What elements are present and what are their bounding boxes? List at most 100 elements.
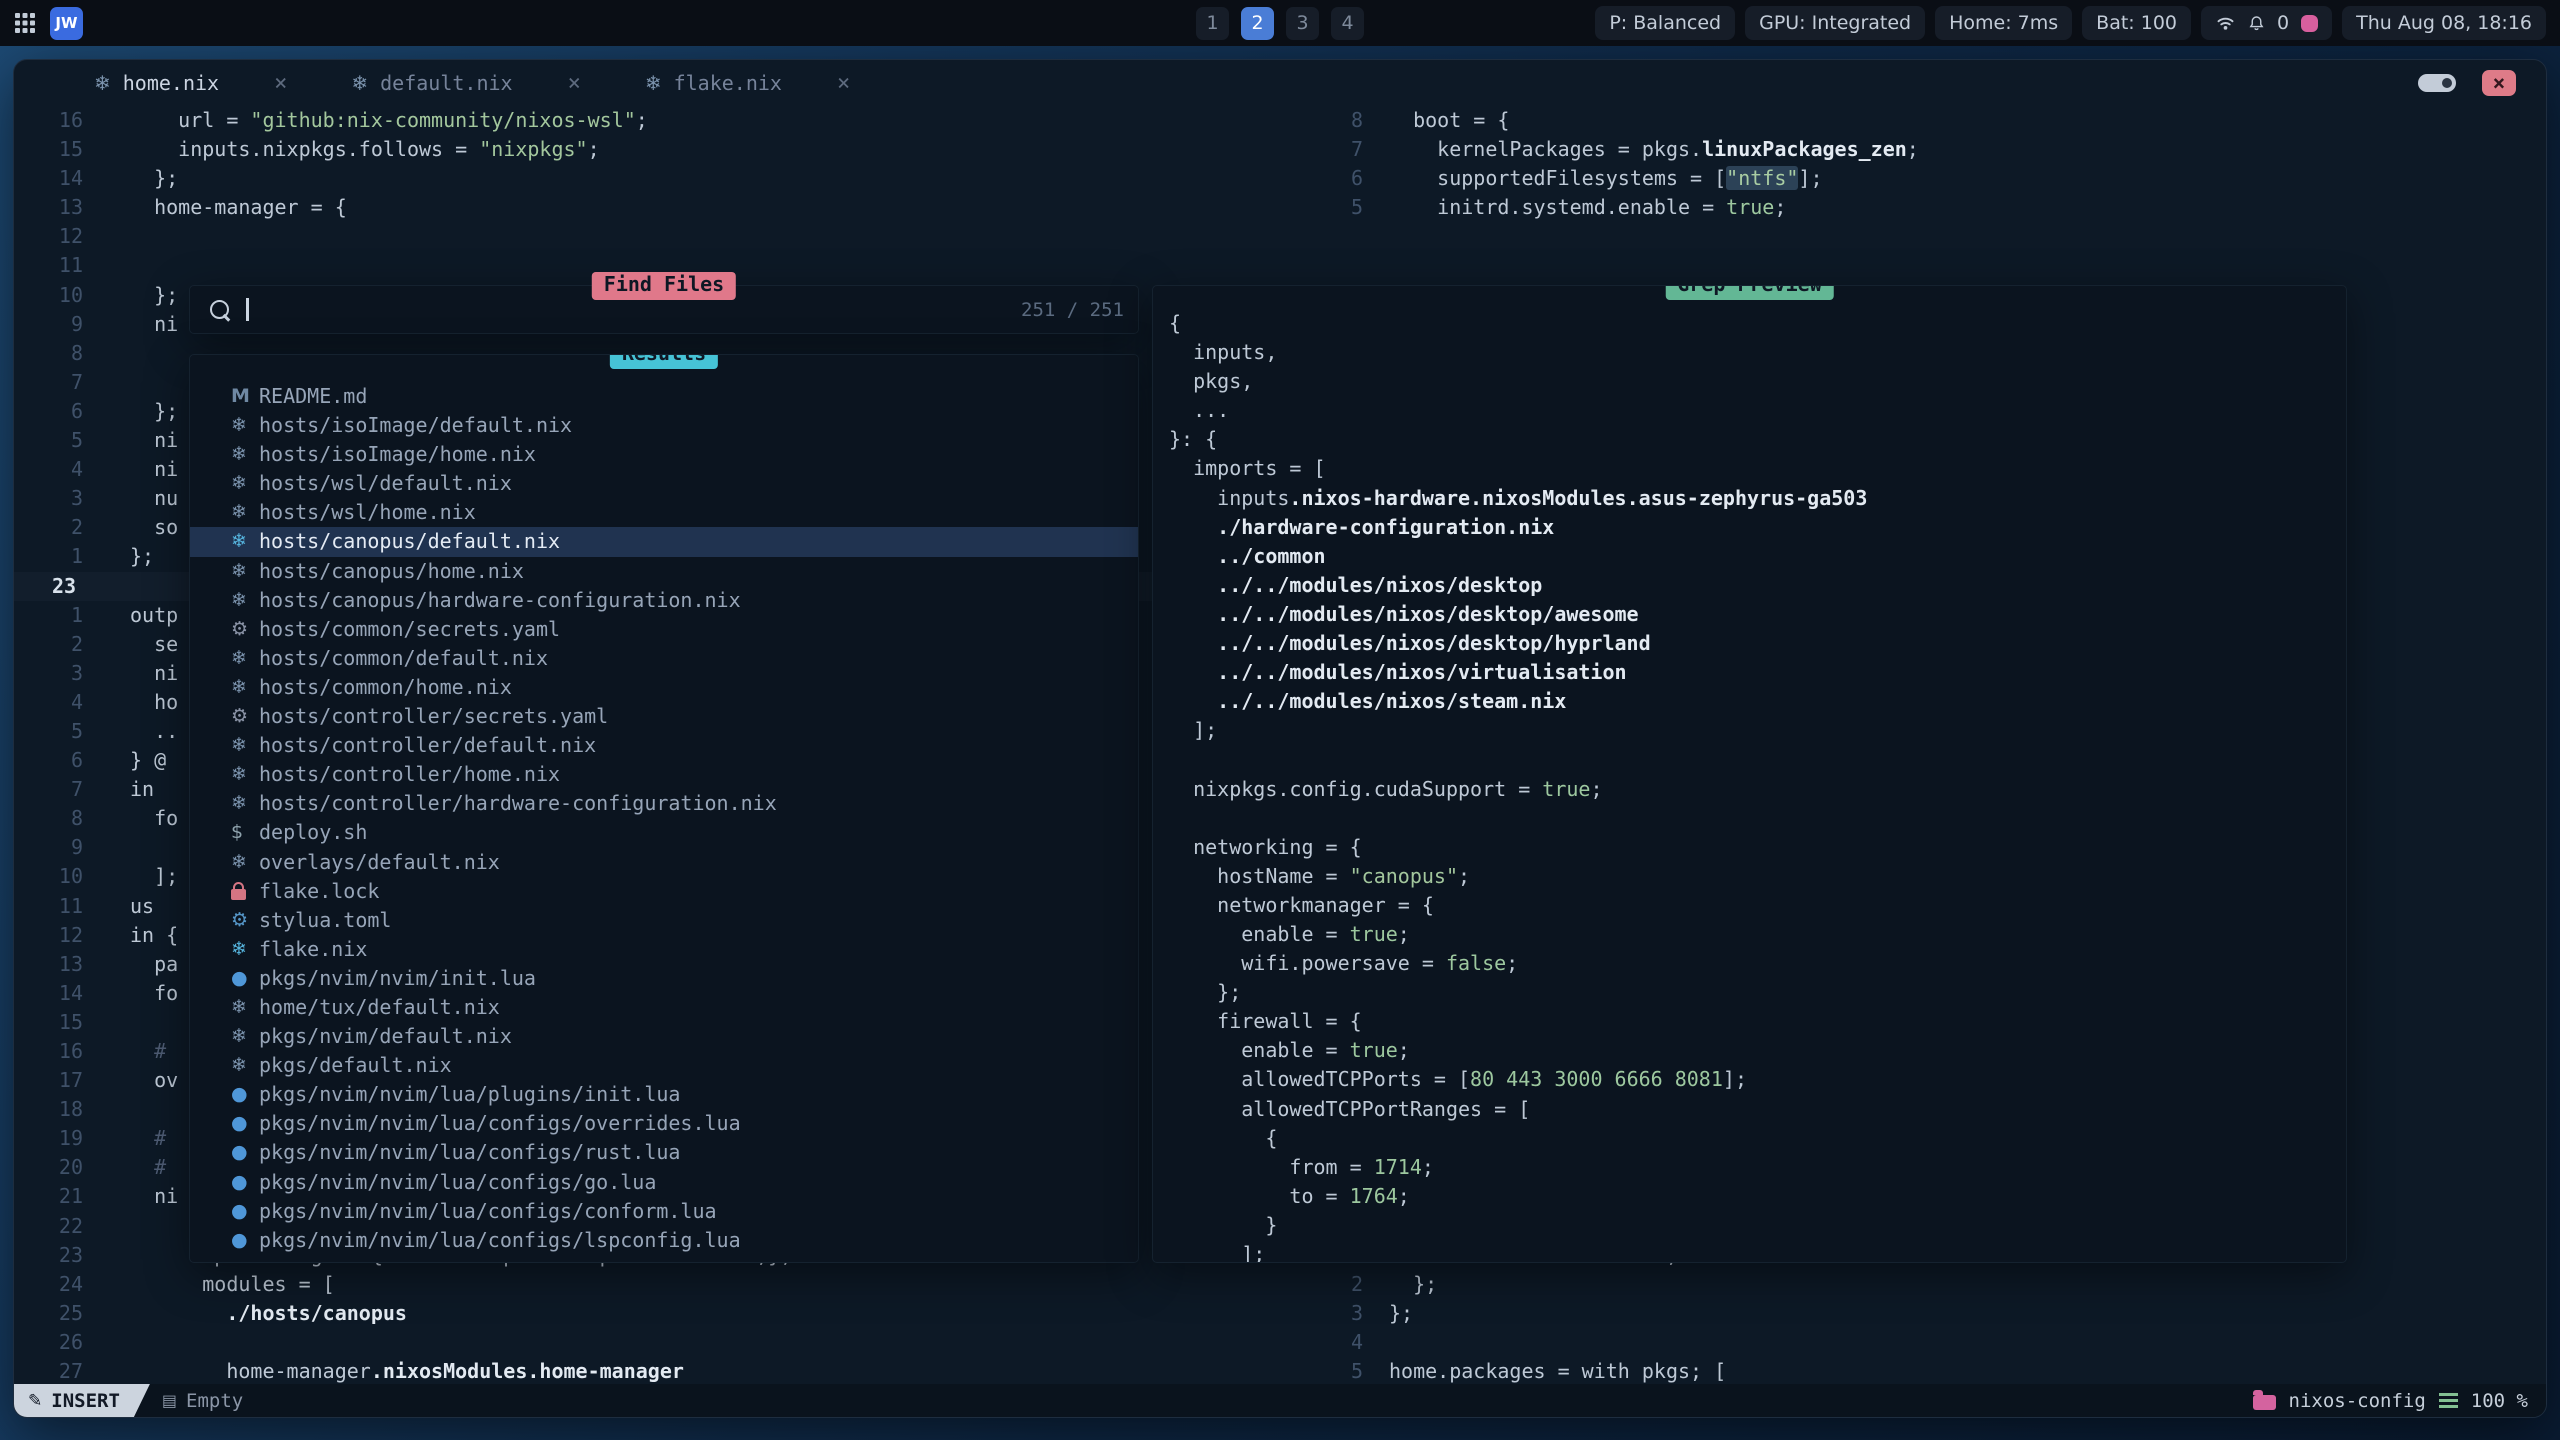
line-number: 23 — [14, 1241, 83, 1270]
nix-file-icon: ❄ — [231, 498, 259, 527]
workspace-button[interactable]: 4 — [1331, 7, 1364, 40]
editor-line[interactable]: 24 modules = [ — [14, 1270, 1344, 1299]
result-filename: hosts/common/secrets.yaml — [259, 615, 560, 644]
result-item[interactable]: ❄hosts/canopus/home.nix — [190, 557, 1138, 586]
result-item[interactable]: ❄hosts/common/default.nix — [190, 644, 1138, 673]
result-item[interactable]: ❄hosts/canopus/hardware-configuration.ni… — [190, 586, 1138, 615]
result-item[interactable]: ●pkgs/nvim/nvim/lua/configs/overrides.lu… — [190, 1109, 1138, 1138]
line-number: 6 — [1284, 164, 1363, 193]
result-item[interactable]: ●pkgs/nvim/nvim/lua/configs/lspconfig.lu… — [190, 1226, 1138, 1255]
editor-line[interactable]: 5home.packages = with pkgs; [ — [1284, 1357, 2546, 1384]
editor-line[interactable]: 27 home-manager.nixosModules.home-manage… — [14, 1357, 1344, 1384]
result-item[interactable]: ❄hosts/common/home.nix — [190, 673, 1138, 702]
result-item[interactable]: ●pkgs/nvim/nvim/lua/plugins/init.lua — [190, 1080, 1138, 1109]
tab[interactable]: ❄default.nix× — [351, 71, 580, 96]
result-filename: pkgs/nvim/default.nix — [259, 1022, 512, 1051]
editor-line[interactable]: 14 }; — [14, 164, 1344, 193]
code-text: ./hosts/canopus — [130, 1299, 407, 1328]
editor-line[interactable]: 8 boot = { — [1284, 106, 2546, 135]
result-item[interactable]: ❄pkgs/default.nix — [190, 1051, 1138, 1080]
result-item[interactable]: ●pkgs/nvim/nvim/lua/configs/go.lua — [190, 1168, 1138, 1197]
window-close-button[interactable]: × — [2482, 70, 2516, 96]
result-item[interactable]: ❄hosts/isoImage/default.nix — [190, 411, 1138, 440]
editor-line[interactable]: 6 supportedFilesystems = ["ntfs"]; — [1284, 164, 2546, 193]
toggle-icon[interactable] — [2418, 74, 2456, 92]
line-number: 11 — [14, 892, 83, 921]
tab[interactable]: ❄home.nix× — [94, 71, 287, 96]
code-text: home-manager.nixosModules.home-manager — [130, 1357, 684, 1384]
result-item[interactable]: ❄hosts/controller/default.nix — [190, 731, 1138, 760]
result-item[interactable]: ❄flake.nix — [190, 935, 1138, 964]
nix-file-icon: ❄ — [231, 760, 259, 789]
preview-line: inputs.nixos-hardware.nixosModules.asus-… — [1169, 484, 2346, 513]
result-item[interactable]: flake.lock — [190, 877, 1138, 906]
line-number: 9 — [14, 310, 83, 339]
editor-line[interactable]: 15 inputs.nixpkgs.follows = "nixpkgs"; — [14, 135, 1344, 164]
result-item[interactable]: ●pkgs/nvim/nvim/init.lua — [190, 964, 1138, 993]
project-name: nixos-config — [2289, 1390, 2426, 1412]
result-counter: 251 / 251 — [1021, 299, 1124, 321]
editor-line[interactable]: 13 home-manager = { — [14, 193, 1344, 222]
tab-close-icon[interactable]: × — [837, 71, 850, 96]
result-item[interactable]: ●pkgs/nvim/nvim/lua/configs/rust.lua — [190, 1138, 1138, 1167]
nix-file-icon: ❄ — [645, 71, 662, 95]
right-pane-top[interactable]: 8 boot = {7 kernelPackages = pkgs.linuxP… — [1284, 106, 2546, 222]
editor-line[interactable]: 25 ./hosts/canopus — [14, 1299, 1344, 1328]
editor-line[interactable]: 12 — [14, 222, 1344, 251]
result-filename: pkgs/nvim/nvim/lua/configs/lspconfig.lua — [259, 1226, 741, 1255]
editor-line[interactable]: 5 initrd.systemd.enable = true; — [1284, 193, 2546, 222]
line-number: 14 — [14, 979, 83, 1008]
workspace-button[interactable]: 2 — [1241, 7, 1274, 40]
code-text: ]; — [130, 862, 178, 891]
workspace-button[interactable]: 3 — [1286, 7, 1319, 40]
line-number: 14 — [14, 164, 83, 193]
result-item[interactable]: ❄pkgs/nvim/default.nix — [190, 1022, 1138, 1051]
editor-line[interactable]: 3}; — [1284, 1299, 2546, 1328]
code-text: ni — [130, 1182, 178, 1211]
line-number: 5 — [14, 426, 83, 455]
line-number: 24 — [14, 1270, 83, 1299]
result-item[interactable]: ❄hosts/controller/home.nix — [190, 760, 1138, 789]
statusbar: ✎ INSERT ▤ Empty nixos-config 100 % — [14, 1384, 2546, 1417]
result-item[interactable]: ❄hosts/controller/hardware-configuration… — [190, 789, 1138, 818]
preview-line: wifi.powersave = false; — [1169, 949, 2346, 978]
tab-close-icon[interactable]: × — [568, 71, 581, 96]
nix-file-icon: ❄ — [231, 731, 259, 760]
lua-file-icon: ● — [231, 1197, 259, 1226]
editor-line[interactable]: 4 — [1284, 1328, 2546, 1357]
result-filename: pkgs/default.nix — [259, 1051, 452, 1080]
line-number: 19 — [14, 1124, 83, 1153]
buffer-icon: ▤ — [162, 1391, 177, 1410]
result-item[interactable]: ❄hosts/canopus/default.nix — [190, 527, 1138, 556]
result-item[interactable]: ●pkgs/nvim/nvim/lua/configs/conform.lua — [190, 1197, 1138, 1226]
yaml-file-icon: ⚙ — [231, 615, 259, 644]
result-item[interactable]: ❄hosts/wsl/home.nix — [190, 498, 1138, 527]
tab-close-icon[interactable]: × — [274, 71, 287, 96]
result-item[interactable]: ⚙hosts/common/secrets.yaml — [190, 615, 1138, 644]
apps-grid-icon[interactable] — [14, 12, 36, 34]
line-number: 8 — [1284, 106, 1363, 135]
code-text: boot = { — [1389, 106, 1509, 135]
result-item[interactable]: ⚙hosts/controller/secrets.yaml — [190, 702, 1138, 731]
workspace-button[interactable]: 1 — [1196, 7, 1229, 40]
result-item[interactable]: MREADME.md — [190, 382, 1138, 411]
result-filename: home/tux/default.nix — [259, 993, 500, 1022]
result-item[interactable]: ❄hosts/wsl/default.nix — [190, 469, 1138, 498]
preview-line: to = 1764; — [1169, 1182, 2346, 1211]
editor-line[interactable]: 26 — [14, 1328, 1344, 1357]
tab[interactable]: ❄flake.nix× — [645, 71, 850, 96]
line-number: 3 — [14, 659, 83, 688]
buffer-segment: ▤ Empty — [162, 1390, 243, 1412]
result-item[interactable]: $deploy.sh — [190, 818, 1138, 847]
code-text: # — [130, 1153, 166, 1182]
bell-icon — [2248, 14, 2265, 32]
result-item[interactable]: ❄home/tux/default.nix — [190, 993, 1138, 1022]
line-number: 27 — [14, 1357, 83, 1384]
result-item[interactable]: ❄hosts/isoImage/home.nix — [190, 440, 1138, 469]
editor-line[interactable]: 7 kernelPackages = pkgs.linuxPackages_ze… — [1284, 135, 2546, 164]
result-item[interactable]: ⚙stylua.toml — [190, 906, 1138, 935]
result-item[interactable]: ❄overlays/default.nix — [190, 848, 1138, 877]
editor-line[interactable]: 2 }; — [1284, 1270, 2546, 1299]
result-filename: README.md — [259, 382, 367, 411]
editor-line[interactable]: 16 url = "github:nix-community/nixos-wsl… — [14, 106, 1344, 135]
